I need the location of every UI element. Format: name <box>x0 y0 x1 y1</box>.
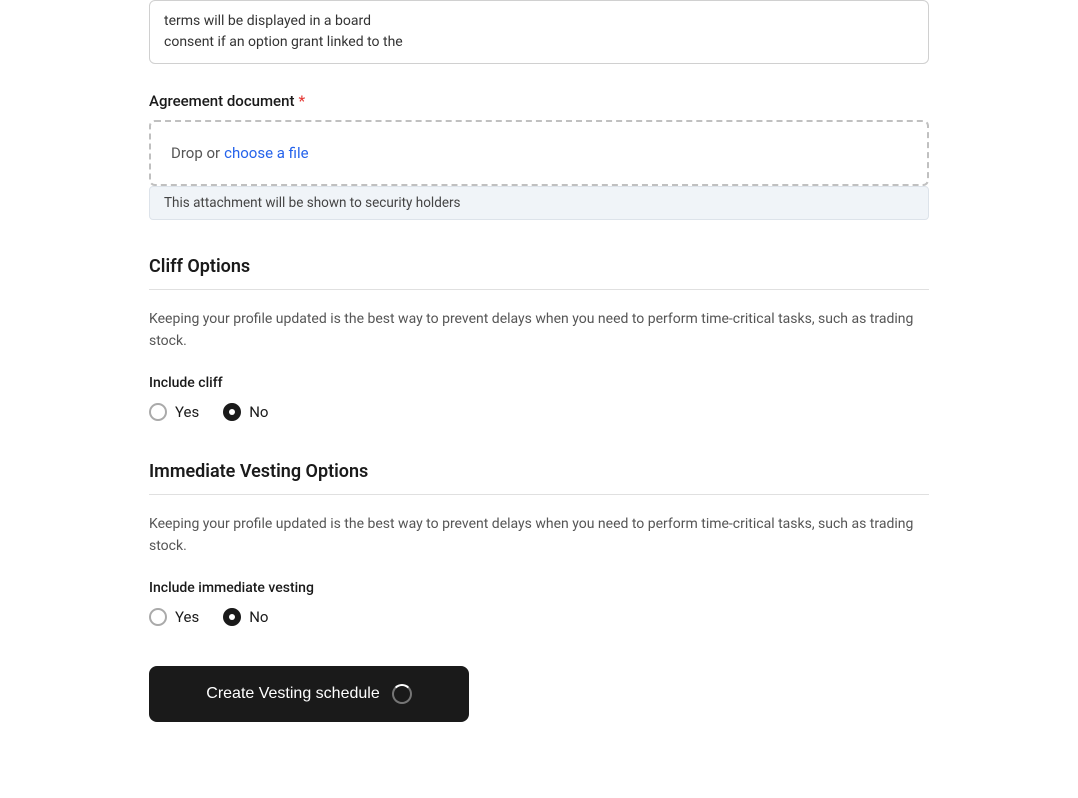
cliff-radio-group: Yes No <box>149 403 929 421</box>
immediate-yes-option[interactable]: Yes <box>149 608 199 626</box>
spinner-icon <box>392 684 412 704</box>
file-drop-zone[interactable]: Drop or choose a file <box>149 120 929 186</box>
create-button-label: Create Vesting schedule <box>206 685 379 703</box>
partial-line2: consent if an option grant linked to the <box>164 34 403 50</box>
cliff-yes-radio[interactable] <box>149 403 167 421</box>
required-star: * <box>298 92 305 110</box>
attachment-note: This attachment will be shown to securit… <box>149 186 929 220</box>
include-immediate-label: Include immediate vesting <box>149 580 929 596</box>
immediate-vesting-section: Immediate Vesting Options Keeping your p… <box>149 461 929 626</box>
cliff-no-label: No <box>249 403 268 421</box>
immediate-vesting-description: Keeping your profile updated is the best… <box>149 513 929 558</box>
immediate-no-label: No <box>249 608 268 626</box>
cliff-yes-label: Yes <box>175 403 199 421</box>
cliff-options-divider <box>149 289 929 290</box>
immediate-no-option[interactable]: No <box>223 608 268 626</box>
include-cliff-label: Include cliff <box>149 375 929 391</box>
page-container: terms will be displayed in a board conse… <box>0 0 1078 798</box>
cliff-yes-option[interactable]: Yes <box>149 403 199 421</box>
choose-file-link[interactable]: choose a file <box>224 144 308 162</box>
cliff-options-title: Cliff Options <box>149 256 929 277</box>
partial-text-box: terms will be displayed in a board conse… <box>149 0 929 64</box>
immediate-no-radio[interactable] <box>223 608 241 626</box>
partial-line1: terms will be displayed in a board <box>164 13 371 29</box>
agreement-document-section: Agreement document * Drop or choose a fi… <box>149 92 929 220</box>
drop-text-prefix: Drop or <box>171 144 220 162</box>
immediate-radio-group: Yes No <box>149 608 929 626</box>
content-area: terms will be displayed in a board conse… <box>149 0 929 782</box>
create-vesting-button[interactable]: Create Vesting schedule <box>149 666 469 722</box>
immediate-yes-label: Yes <box>175 608 199 626</box>
immediate-vesting-divider <box>149 494 929 495</box>
immediate-yes-radio[interactable] <box>149 608 167 626</box>
cliff-no-option[interactable]: No <box>223 403 268 421</box>
cliff-options-description: Keeping your profile updated is the best… <box>149 308 929 353</box>
immediate-vesting-title: Immediate Vesting Options <box>149 461 929 482</box>
agreement-document-label: Agreement document * <box>149 92 929 110</box>
cliff-options-section: Cliff Options Keeping your profile updat… <box>149 256 929 421</box>
cliff-no-radio[interactable] <box>223 403 241 421</box>
